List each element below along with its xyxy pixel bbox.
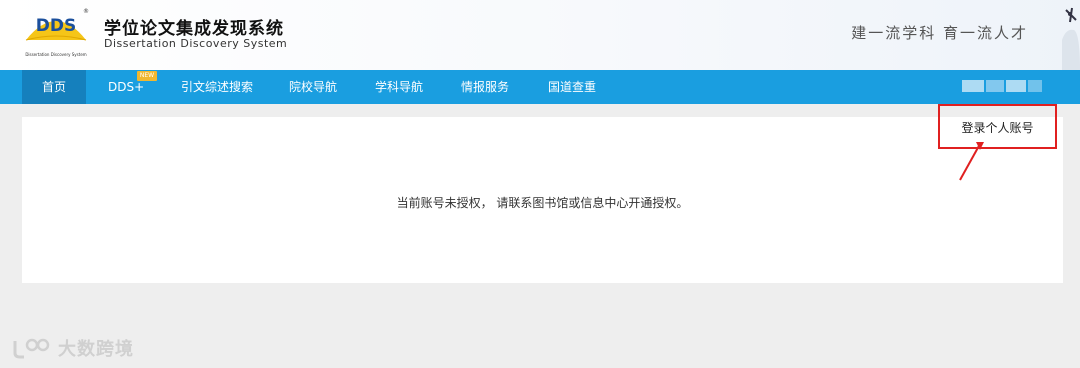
watermark: 大数跨境 xyxy=(12,337,134,360)
dds-logo[interactable]: DDS Dissertation Discovery System xyxy=(22,8,90,58)
system-title: 学位论文集成发现系统 xyxy=(104,19,284,39)
blurred-username[interactable] xyxy=(962,80,1042,92)
registered-mark: ® xyxy=(83,8,89,15)
watermark-logo-icon xyxy=(13,338,50,359)
nav-institution-navigation[interactable]: 院校导航 xyxy=(289,70,337,104)
decorative-figure-icon xyxy=(1062,7,1080,70)
nav-intelligence-services[interactable]: 情报服务 xyxy=(461,70,509,104)
system-subtitle: Dissertation Discovery System xyxy=(104,37,288,50)
login-personal-account-label[interactable]: 登录个人账号 xyxy=(940,119,1055,136)
nav-home[interactable]: 首页 xyxy=(22,70,86,104)
annotation-arrow-icon xyxy=(959,142,984,181)
new-badge: NEW xyxy=(137,71,157,81)
logo-text: DDS xyxy=(35,16,77,36)
site-header: DDS Dissertation Discovery System ® 学位论文… xyxy=(0,0,1080,70)
unauthorized-message: 当前账号未授权， 请联系图书馆或信息中心开通授权。 xyxy=(396,196,689,210)
nav-subject-navigation[interactable]: 学科导航 xyxy=(375,70,423,104)
logo-subtitle: Dissertation Discovery System xyxy=(25,52,87,57)
slogan: 建一流学科 育一流人才 xyxy=(851,24,1028,42)
watermark-text: 大数跨境 xyxy=(58,339,134,360)
content-panel: 当前账号未授权， 请联系图书馆或信息中心开通授权。 xyxy=(22,117,1063,283)
main-navbar: 首页 DDS+ NEW 引文综述搜索 院校导航 学科导航 情报服务 国道查重 xyxy=(0,70,1080,104)
nav-plagiarism-check[interactable]: 国道查重 xyxy=(548,70,596,104)
nav-citation-search[interactable]: 引文综述搜索 xyxy=(181,70,253,104)
